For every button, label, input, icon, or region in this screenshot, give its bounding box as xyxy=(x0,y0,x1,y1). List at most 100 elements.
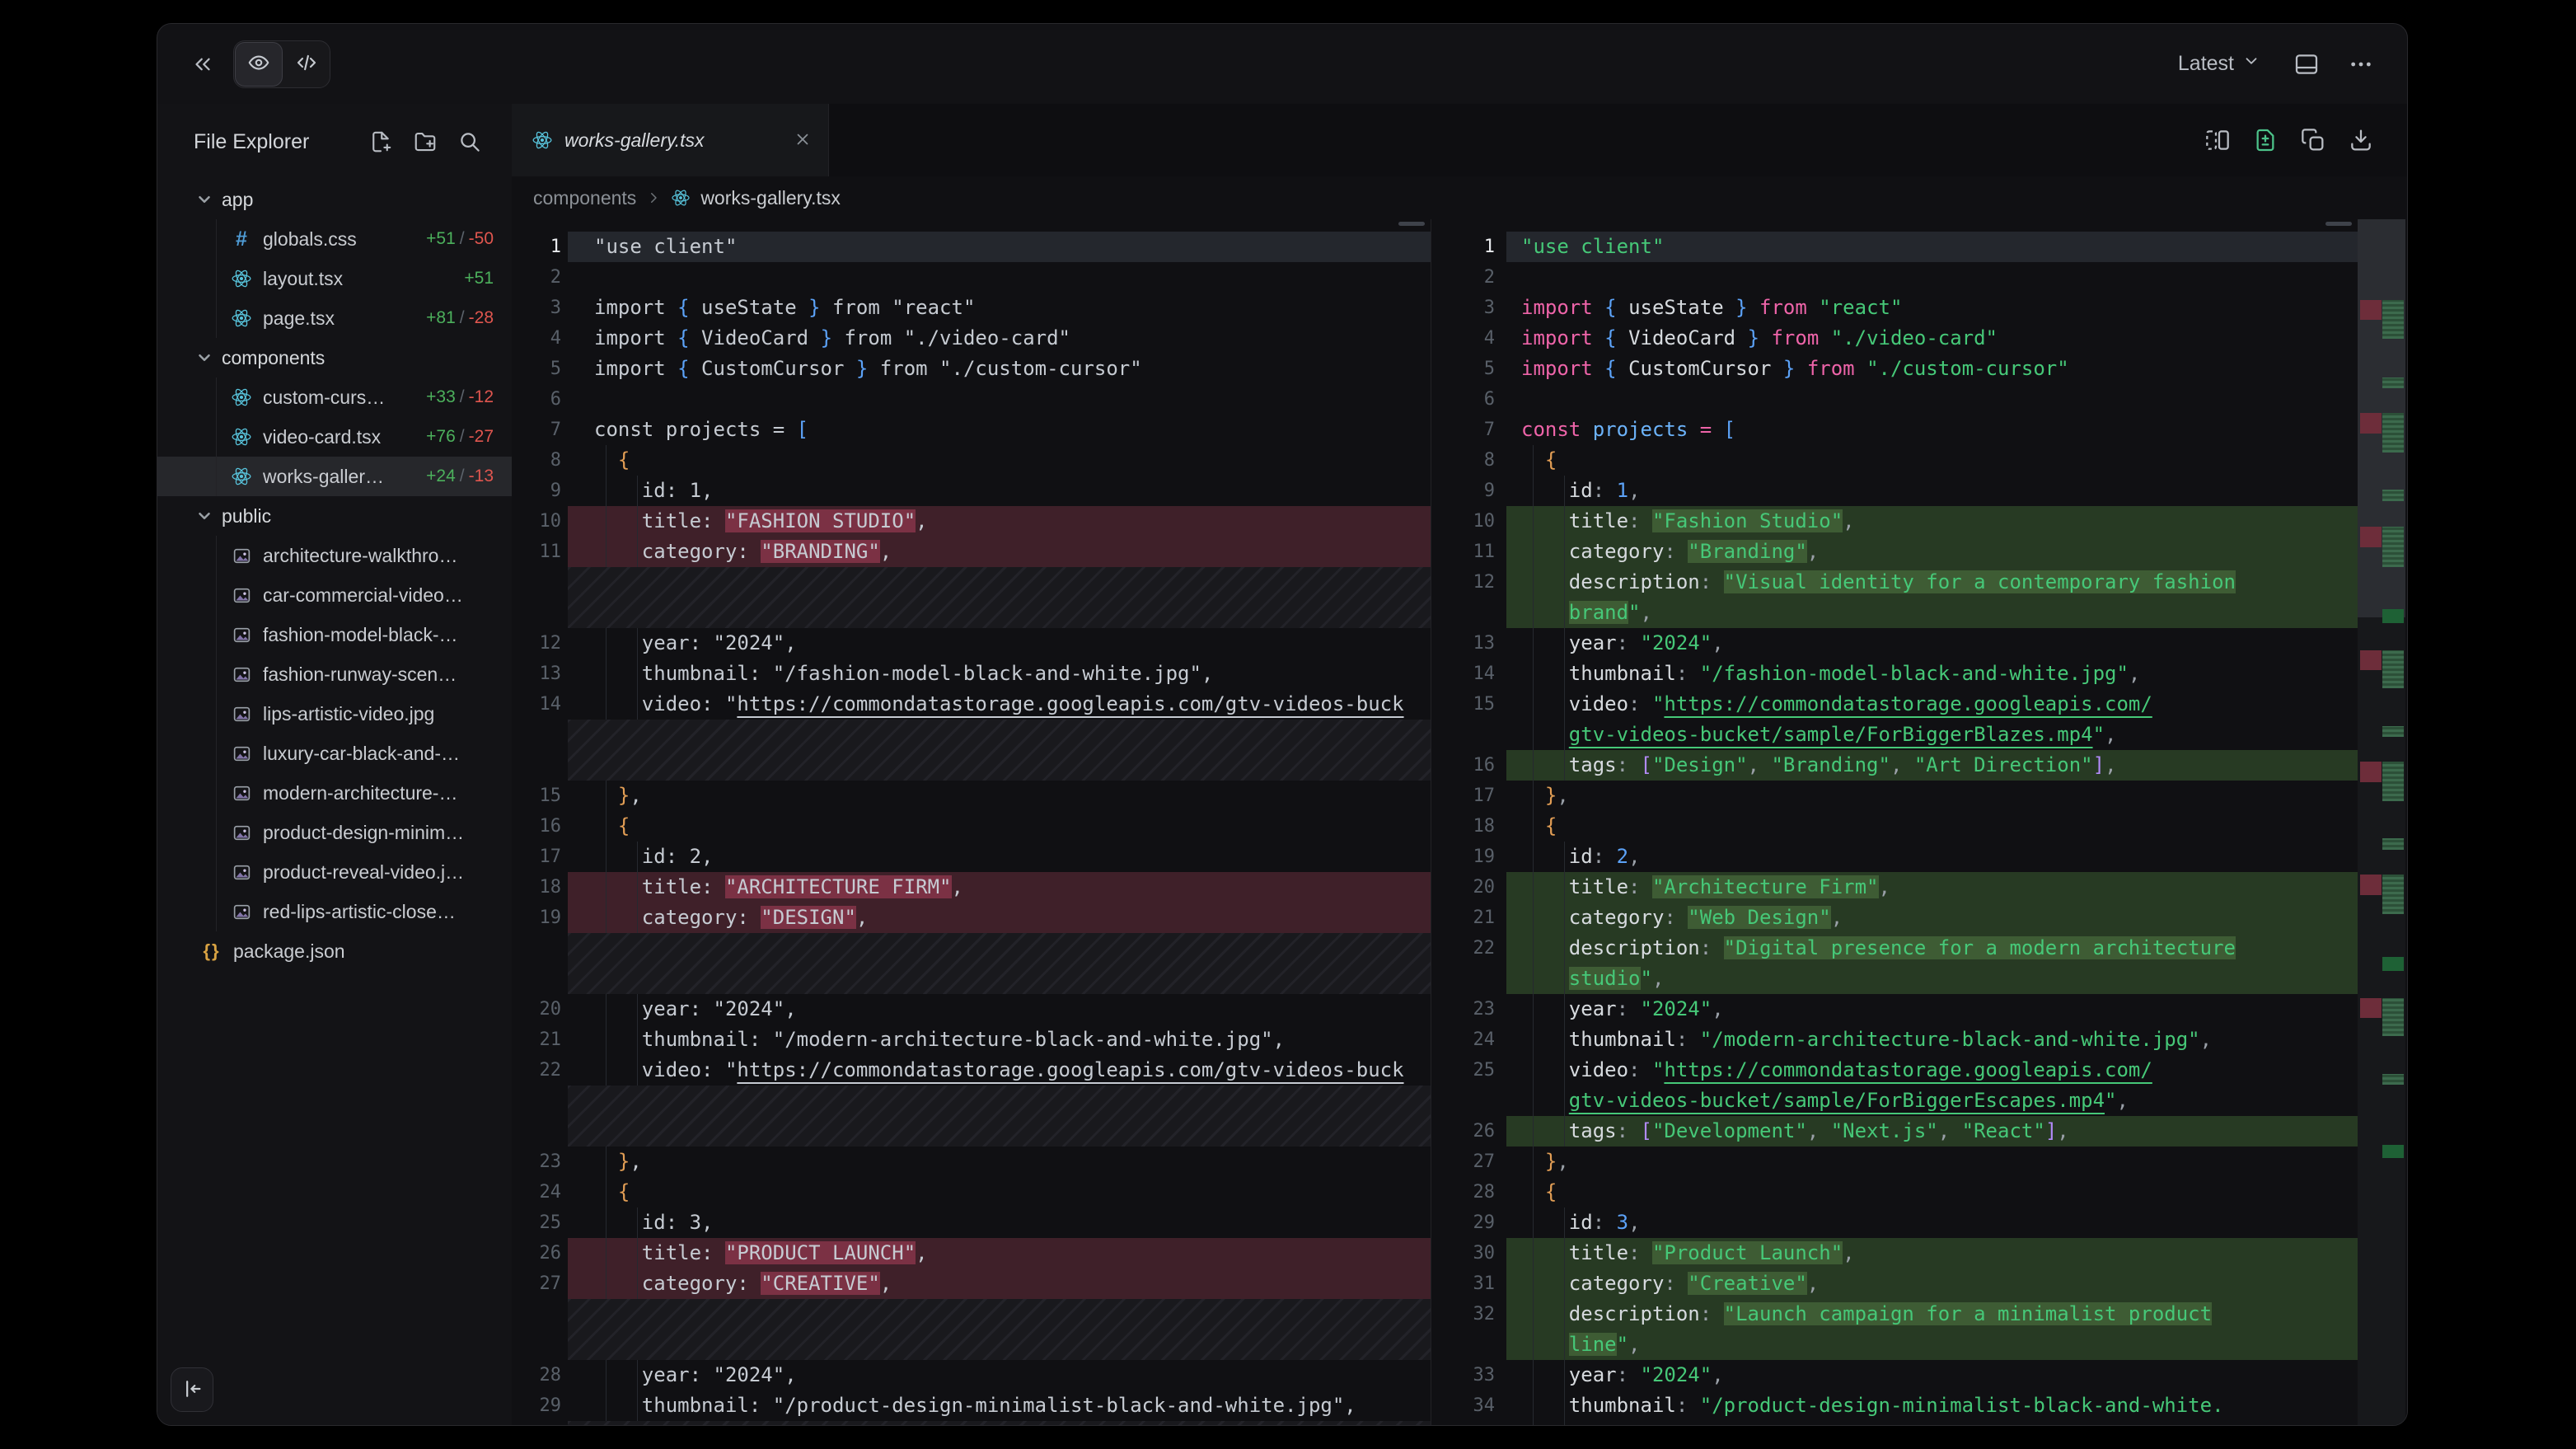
code-line[interactable]: 5import { CustomCursor } from "./custom-… xyxy=(1431,354,2358,384)
code-line[interactable]: 9 id: 1, xyxy=(1431,476,2358,506)
tree-item-globals.css[interactable]: #globals.css+51/-50 xyxy=(157,219,512,259)
code-line[interactable]: 13 thumbnail: "/fashion-model-black-and-… xyxy=(512,659,1431,689)
close-tab-button[interactable] xyxy=(794,130,812,151)
code-line[interactable]: 31 category: "Creative", xyxy=(1431,1268,2358,1299)
code-line[interactable]: 18 title: "ARCHITECTURE FIRM", xyxy=(512,872,1431,903)
code-line[interactable]: 3import { useState } from "react" xyxy=(1431,293,2358,323)
code-line[interactable]: 24 { xyxy=(512,1177,1431,1208)
code-line[interactable]: 24 thumbnail: "/modern-architecture-blac… xyxy=(1431,1025,2358,1055)
tree-item-red-lips-artistic-close-[interactable]: red-lips-artistic-close… xyxy=(157,892,512,931)
code-line[interactable]: gtv-videos-bucket/sample/ForBiggerBlazes… xyxy=(1431,720,2358,750)
code-line[interactable]: 20 year: "2024", xyxy=(512,994,1431,1025)
code-line[interactable]: line", xyxy=(1431,1329,2358,1360)
code-line[interactable]: 16 tags: ["Design", "Branding", "Art Dir… xyxy=(1431,750,2358,781)
code-line[interactable]: 27 category: "CREATIVE", xyxy=(512,1268,1431,1299)
code-line[interactable]: 25 id: 3, xyxy=(512,1208,1431,1238)
code-line[interactable]: 23 year: "2024", xyxy=(1431,994,2358,1025)
code-line[interactable]: gtv-videos-bucket/sample/ForBiggerEscape… xyxy=(1431,1086,2358,1116)
tree-item-works-galler-[interactable]: works-galler…+24/-13 xyxy=(157,457,512,496)
tree-item-lips-artistic-video.jpg[interactable]: lips-artistic-video.jpg xyxy=(157,694,512,734)
search-files-button[interactable] xyxy=(457,129,482,154)
tree-item-fashion-runway-scen-[interactable]: fashion-runway-scen… xyxy=(157,654,512,694)
right-pane-scrollbar[interactable] xyxy=(2325,222,2352,226)
code-line[interactable]: 22 video: "https://commondatastorage.goo… xyxy=(512,1055,1431,1086)
tree-item-modern-architecture-[interactable]: modern-architecture-… xyxy=(157,773,512,813)
code-line[interactable]: 7const projects = [ xyxy=(512,415,1431,445)
diff-pane-modified[interactable]: 1"use client"23import { useState } from … xyxy=(1431,219,2358,1425)
tree-folder-app[interactable]: app xyxy=(157,180,512,219)
tree-item-custom-curs-[interactable]: custom-curs…+33/-12 xyxy=(157,377,512,417)
code-line[interactable]: 9 id: 1, xyxy=(512,476,1431,506)
code-line[interactable]: 3import { useState } from "react" xyxy=(512,293,1431,323)
code-line[interactable]: 12 description: "Visual identity for a c… xyxy=(1431,567,2358,598)
tree-item-layout.tsx[interactable]: layout.tsx+51 xyxy=(157,259,512,298)
diff-pane-original[interactable]: 1"use client"23import { useState } from … xyxy=(512,219,1431,1425)
code-line[interactable]: 2 xyxy=(1431,262,2358,293)
tree-item-architecture-walkthro-[interactable]: architecture-walkthro… xyxy=(157,536,512,575)
code-line[interactable]: 17 id: 2, xyxy=(512,842,1431,872)
tree-item-package.json[interactable]: {}package.json xyxy=(157,931,512,971)
diff-overview-ruler[interactable] xyxy=(2358,219,2405,1425)
collapse-panel-button[interactable] xyxy=(190,52,215,77)
tree-item-video-card.tsx[interactable]: video-card.tsx+76/-27 xyxy=(157,417,512,457)
new-file-button[interactable] xyxy=(368,129,393,154)
code-line[interactable]: 28 { xyxy=(1431,1177,2358,1208)
code-line[interactable]: 11 category: "Branding", xyxy=(1431,537,2358,567)
code-line[interactable]: 4import { VideoCard } from "./video-card… xyxy=(512,323,1431,354)
code-line[interactable]: jpg", xyxy=(1431,1421,2358,1425)
code-line[interactable]: 29 id: 3, xyxy=(1431,1208,2358,1238)
code-line[interactable]: 29 thumbnail: "/product-design-minimalis… xyxy=(512,1390,1431,1421)
version-dropdown[interactable]: Latest xyxy=(2173,51,2265,77)
code-line[interactable]: 5import { CustomCursor } from "./custom-… xyxy=(512,354,1431,384)
download-button[interactable] xyxy=(2348,127,2374,153)
tree-folder-public[interactable]: public xyxy=(157,496,512,536)
code-line[interactable]: 27 }, xyxy=(1431,1147,2358,1177)
tree-item-fashion-model-black-[interactable]: fashion-model-black-… xyxy=(157,615,512,654)
code-line[interactable]: 19 category: "DESIGN", xyxy=(512,903,1431,933)
code-line[interactable]: 20 title: "Architecture Firm", xyxy=(1431,872,2358,903)
breadcrumb-folder[interactable]: components xyxy=(533,187,636,209)
code-line[interactable]: 10 title: "FASHION STUDIO", xyxy=(512,506,1431,537)
code-line[interactable]: 30 title: "Product Launch", xyxy=(1431,1238,2358,1268)
code-line[interactable]: 34 thumbnail: "/product-design-minimalis… xyxy=(1431,1390,2358,1421)
code-toggle-button[interactable] xyxy=(283,41,330,87)
copy-code-button[interactable] xyxy=(2300,127,2326,153)
code-line[interactable]: brand", xyxy=(1431,598,2358,628)
tree-folder-components[interactable]: components xyxy=(157,338,512,377)
code-line[interactable]: 6 xyxy=(512,384,1431,415)
tree-item-product-design-minim-[interactable]: product-design-minim… xyxy=(157,813,512,852)
breadcrumb-file[interactable]: works-gallery.tsx xyxy=(700,187,841,209)
code-line[interactable]: 18 { xyxy=(1431,811,2358,842)
left-pane-scrollbar[interactable] xyxy=(1398,222,1425,226)
code-line[interactable]: 22 description: "Digital presence for a … xyxy=(1431,933,2358,964)
code-line[interactable]: 7const projects = [ xyxy=(1431,415,2358,445)
code-line[interactable]: 8 { xyxy=(512,445,1431,476)
code-line[interactable]: 15 }, xyxy=(512,781,1431,811)
new-folder-button[interactable] xyxy=(413,129,438,154)
code-line[interactable]: 11 category: "BRANDING", xyxy=(512,537,1431,567)
tree-item-product-reveal-video.j-[interactable]: product-reveal-video.j… xyxy=(157,852,512,892)
code-line[interactable]: 28 year: "2024", xyxy=(512,1360,1431,1390)
code-line[interactable]: 26 title: "PRODUCT LAUNCH", xyxy=(512,1238,1431,1268)
code-line[interactable]: 13 year: "2024", xyxy=(1431,628,2358,659)
code-line[interactable]: 33 year: "2024", xyxy=(1431,1360,2358,1390)
more-menu-button[interactable] xyxy=(2348,51,2374,77)
code-line[interactable]: 23 }, xyxy=(512,1147,1431,1177)
code-line[interactable]: 6 xyxy=(1431,384,2358,415)
code-line[interactable]: 16 { xyxy=(512,811,1431,842)
collapse-sidebar-button[interactable] xyxy=(171,1367,213,1412)
code-line[interactable]: 21 category: "Web Design", xyxy=(1431,903,2358,933)
code-line[interactable]: 8 { xyxy=(1431,445,2358,476)
code-line[interactable]: 1"use client" xyxy=(1431,232,2358,262)
code-line[interactable]: 19 id: 2, xyxy=(1431,842,2358,872)
tree-item-page.tsx[interactable]: page.tsx+81/-28 xyxy=(157,298,512,338)
split-view-button[interactable] xyxy=(2204,127,2231,153)
diff-view-button[interactable] xyxy=(2252,127,2279,153)
code-line[interactable]: 14 video: "https://commondatastorage.goo… xyxy=(512,689,1431,720)
panel-layout-button[interactable] xyxy=(2293,51,2320,77)
preview-toggle-button[interactable] xyxy=(235,42,283,87)
code-line[interactable]: 32 description: "Launch campaign for a m… xyxy=(1431,1299,2358,1329)
code-line[interactable]: 2 xyxy=(512,262,1431,293)
code-line[interactable]: 25 video: "https://commondatastorage.goo… xyxy=(1431,1055,2358,1086)
code-line[interactable]: studio", xyxy=(1431,964,2358,994)
